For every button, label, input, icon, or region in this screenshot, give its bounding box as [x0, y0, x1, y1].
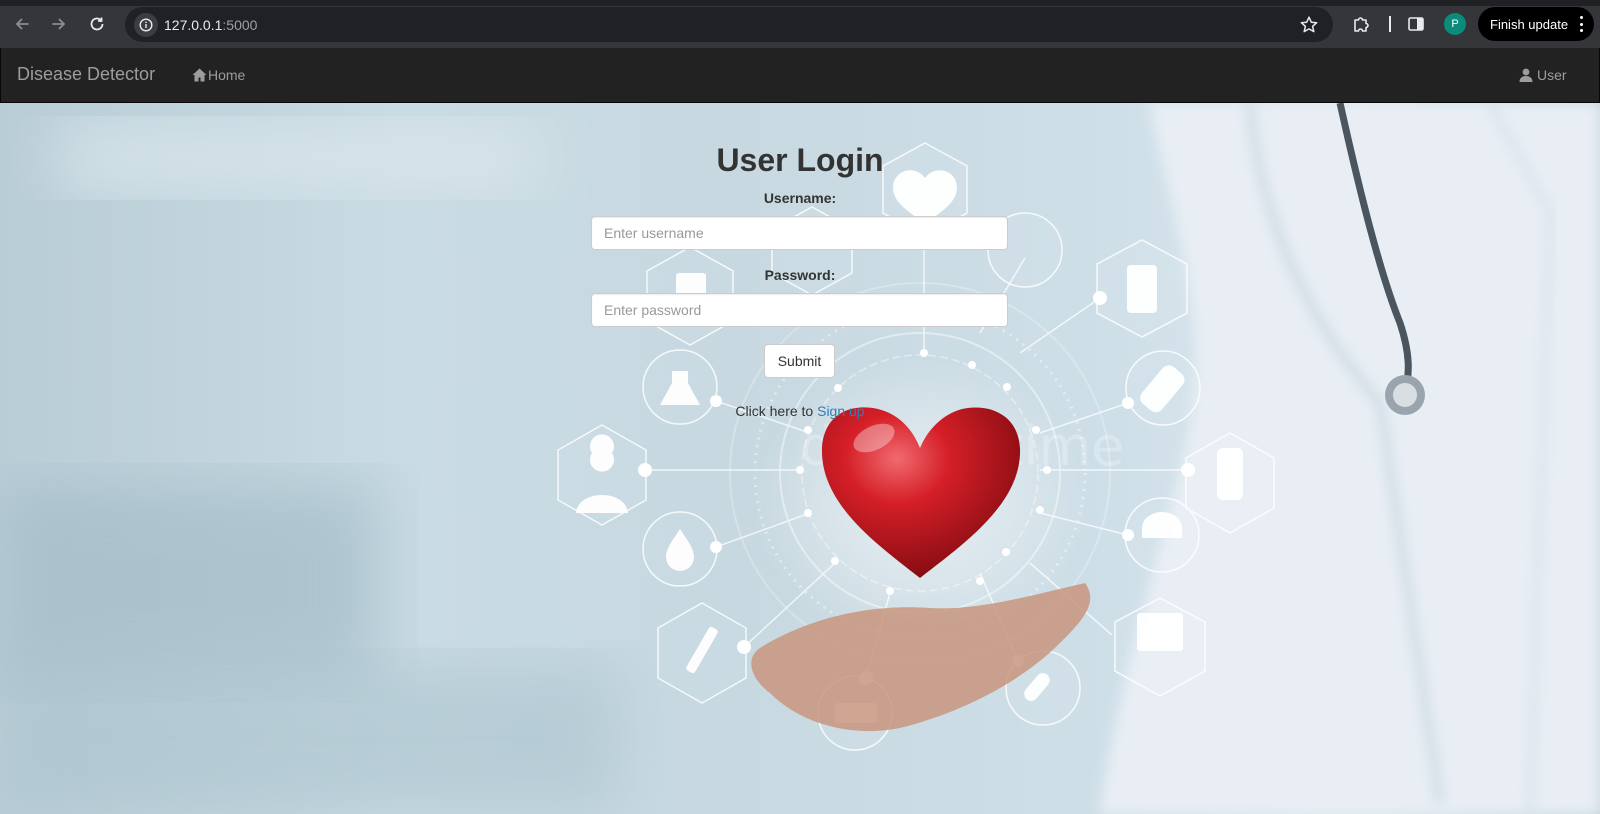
- signup-prefix: Click here to: [735, 403, 818, 419]
- url-port: :5000: [222, 17, 258, 33]
- username-label: Username:: [763, 190, 837, 206]
- arrow-left-icon: [15, 18, 29, 30]
- password-label: Password:: [764, 267, 836, 283]
- home-icon: [192, 68, 207, 82]
- navbar-brand[interactable]: Disease Detector: [17, 64, 155, 84]
- profile-avatar[interactable]: P: [1444, 13, 1466, 35]
- reload-icon: [90, 17, 104, 31]
- url-text: 127.0.0.1:5000: [164, 16, 257, 34]
- finish-update-label: Finish update: [1490, 16, 1569, 32]
- user-icon: [1519, 68, 1533, 82]
- side-panel-button[interactable]: [1405, 13, 1427, 35]
- tab-strip: [0, 0, 1600, 6]
- puzzle-icon: [1354, 17, 1369, 32]
- password-input[interactable]: [591, 293, 1008, 327]
- nav-home-link[interactable]: Home: [192, 67, 245, 83]
- nav-user-link[interactable]: User: [1519, 67, 1567, 83]
- kebab-menu-icon: [1580, 16, 1584, 32]
- reload-button[interactable]: [83, 10, 111, 38]
- app-navbar: Disease Detector Home User: [0, 48, 1600, 103]
- username-input[interactable]: [591, 216, 1008, 250]
- finish-update-button[interactable]: Finish update: [1478, 7, 1594, 41]
- address-bar[interactable]: 127.0.0.1:5000: [125, 7, 1333, 42]
- side-panel-icon: [1408, 17, 1424, 31]
- url-host: 127.0.0.1: [164, 17, 223, 33]
- page-title: User Login: [716, 142, 884, 178]
- site-info-button[interactable]: [134, 13, 158, 37]
- hero-background-image: dreamstime: [0, 103, 1600, 814]
- toolbar-divider: [1389, 16, 1391, 32]
- nav-home-label: Home: [208, 67, 246, 83]
- back-button[interactable]: [8, 10, 36, 38]
- browser-toolbar: 127.0.0.1:5000 P Finish update: [0, 0, 1600, 48]
- arrow-right-icon: [52, 18, 66, 30]
- medical-network-illustration: dreamstime: [557, 142, 1275, 751]
- forward-button[interactable]: [45, 10, 73, 38]
- info-icon: [139, 18, 153, 32]
- signup-prompt: Click here to Sign up: [0, 401, 1600, 421]
- extensions-button[interactable]: [1350, 13, 1372, 35]
- star-icon[interactable]: [1299, 15, 1319, 35]
- submit-button[interactable]: Submit: [764, 344, 835, 378]
- nav-user-label: User: [1537, 67, 1567, 83]
- signup-link[interactable]: Sign up: [817, 403, 864, 419]
